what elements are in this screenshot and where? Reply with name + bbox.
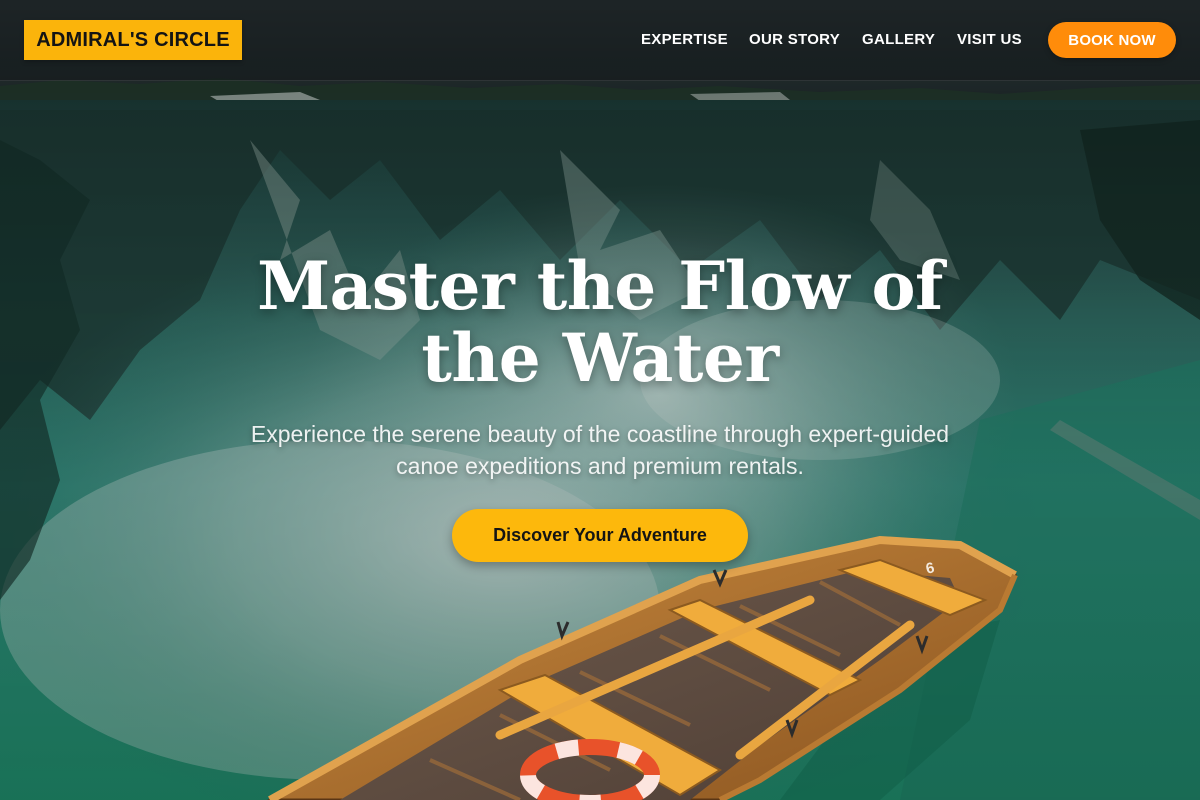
hero-section: 6 ADMIRAL'S CIRCLE EXPERTISE OUR STORY G… [0, 0, 1200, 800]
site-header: ADMIRAL'S CIRCLE EXPERTISE OUR STORY GAL… [0, 0, 1200, 81]
nav-link-gallery[interactable]: GALLERY [862, 31, 935, 48]
nav-link-expertise[interactable]: EXPERTISE [641, 31, 728, 48]
hero-background-image [0, 0, 1200, 800]
nav-link-our-story[interactable]: OUR STORY [749, 31, 840, 48]
discover-adventure-button[interactable]: Discover Your Adventure [452, 509, 748, 562]
book-now-button[interactable]: BOOK NOW [1048, 22, 1176, 58]
hero-subtitle: Experience the serene beauty of the coas… [250, 421, 950, 479]
brand-logo[interactable]: ADMIRAL'S CIRCLE [24, 20, 242, 60]
nav-link-visit-us[interactable]: VISIT US [957, 31, 1022, 48]
hero-title: Master the Flow of the Water [257, 247, 943, 397]
